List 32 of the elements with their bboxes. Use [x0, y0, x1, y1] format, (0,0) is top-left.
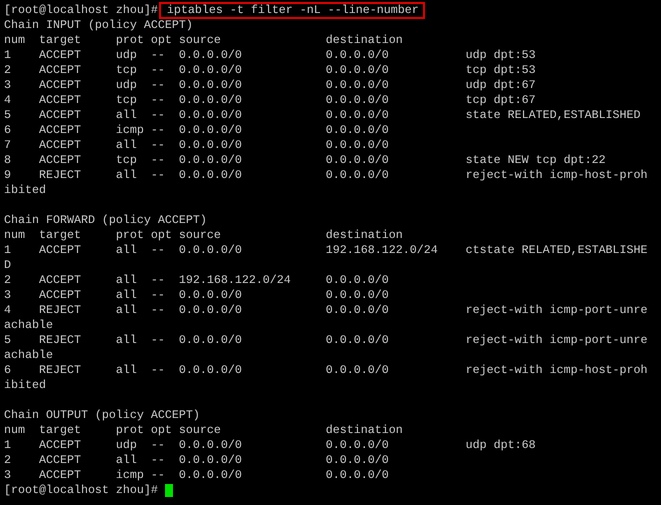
terminal-line: num target prot opt source destination — [4, 33, 403, 48]
terminal-line: achable — [4, 318, 53, 333]
terminal-line: num target prot opt source destination — [4, 228, 403, 243]
terminal-line: 1 ACCEPT udp -- 0.0.0.0/0 0.0.0.0/0 udp dpt:68 — [4, 438, 536, 453]
terminal-line: Chain FORWARD (policy ACCEPT) — [4, 213, 207, 228]
terminal-line: Chain OUTPUT (policy ACCEPT) — [4, 408, 200, 423]
terminal-line: 1 ACCEPT all -- 0.0.0.0/0 192.168.122.0/24 ctstate RELATED,ESTABLISHE — [4, 243, 648, 258]
terminal-line: Chain INPUT (policy ACCEPT) — [4, 18, 193, 33]
terminal-line: 3 ACCEPT udp -- 0.0.0.0/0 0.0.0.0/0 udp dpt:67 — [4, 78, 536, 93]
terminal-line: 3 ACCEPT icmp -- 0.0.0.0/0 0.0.0.0/0 — [4, 468, 389, 483]
terminal-line: D — [4, 258, 11, 273]
shell-prompt: [root@localhost zhou]# — [4, 483, 158, 498]
terminal-line: 4 ACCEPT tcp -- 0.0.0.0/0 0.0.0.0/0 tcp dpt:67 — [4, 93, 536, 108]
terminal-line: 8 ACCEPT tcp -- 0.0.0.0/0 0.0.0.0/0 state NEW tcp dpt:22 — [4, 153, 606, 168]
terminal-line: 6 ACCEPT icmp -- 0.0.0.0/0 0.0.0.0/0 — [4, 123, 389, 138]
terminal-line: 2 ACCEPT tcp -- 0.0.0.0/0 0.0.0.0/0 tcp dpt:53 — [4, 63, 536, 78]
terminal-line: 7 ACCEPT all -- 0.0.0.0/0 0.0.0.0/0 — [4, 138, 389, 153]
terminal-line: ibited — [4, 378, 46, 393]
terminal-line: 6 REJECT all -- 0.0.0.0/0 0.0.0.0/0 reject-with icmp-host-proh — [4, 363, 648, 378]
terminal-line: 5 REJECT all -- 0.0.0.0/0 0.0.0.0/0 reject-with icmp-port-unre — [4, 333, 648, 348]
terminal-line: 4 REJECT all -- 0.0.0.0/0 0.0.0.0/0 reject-with icmp-port-unre — [4, 303, 648, 318]
terminal-line: achable — [4, 348, 53, 363]
terminal-line: 2 ACCEPT all -- 0.0.0.0/0 0.0.0.0/0 — [4, 453, 389, 468]
terminal-line: 9 REJECT all -- 0.0.0.0/0 0.0.0.0/0 reject-with icmp-host-proh — [4, 168, 648, 183]
terminal-line: 1 ACCEPT udp -- 0.0.0.0/0 0.0.0.0/0 udp dpt:53 — [4, 48, 536, 63]
terminal-line: ibited — [4, 183, 46, 198]
terminal-line: 3 ACCEPT all -- 0.0.0.0/0 0.0.0.0/0 — [4, 288, 389, 303]
terminal-line: 5 ACCEPT all -- 0.0.0.0/0 0.0.0.0/0 state RELATED,ESTABLISHED — [4, 108, 641, 123]
shell-prompt: [root@localhost zhou]# — [4, 3, 158, 18]
command-text: iptables -t filter -nL --line-number — [158, 2, 425, 19]
terminal-line: num target prot opt source destination — [4, 423, 403, 438]
terminal-line: 2 ACCEPT all -- 192.168.122.0/24 0.0.0.0/0 — [4, 273, 389, 288]
